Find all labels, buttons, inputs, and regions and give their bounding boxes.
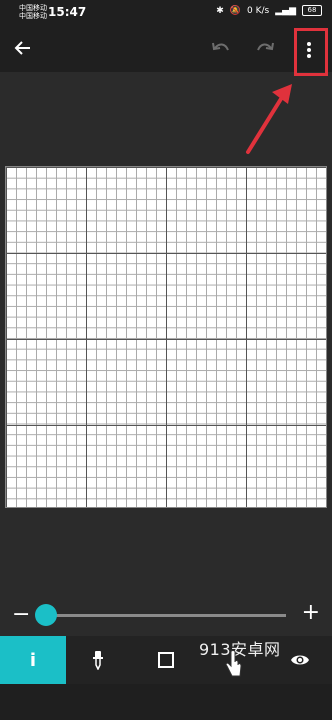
zoom-slider-thumb[interactable] xyxy=(35,604,57,626)
square-icon xyxy=(158,652,174,668)
undo-button[interactable] xyxy=(206,33,236,63)
square-tool-button[interactable] xyxy=(140,636,192,684)
back-button[interactable] xyxy=(8,33,38,63)
carrier-line-2: 中国移动 xyxy=(19,12,47,20)
net-speed: 0 K/s xyxy=(247,5,270,16)
signal-icon: ▂▄▆ xyxy=(275,5,296,16)
pixel-grid-canvas[interactable] xyxy=(5,166,327,508)
annotation-arrow-icon xyxy=(246,84,292,154)
eyedropper-icon xyxy=(93,651,103,670)
status-bar: 中国移动 中国移动 15:47 ✱ 🔕 0 K/s ▂▄▆ 68 xyxy=(0,0,332,26)
zoom-out-button[interactable]: − xyxy=(12,602,30,627)
tool-info-button[interactable]: i xyxy=(0,636,66,684)
bluetooth-icon: ✱ xyxy=(216,5,224,16)
navigation-area xyxy=(0,684,332,720)
top-toolbar xyxy=(0,26,332,72)
status-icons: ✱ 🔕 0 K/s ▂▄▆ 68 xyxy=(216,5,322,16)
status-time: 15:47 xyxy=(48,5,87,19)
mute-icon: 🔕 xyxy=(229,5,242,16)
battery-indicator: 68 xyxy=(302,5,322,16)
carrier-info: 中国移动 中国移动 xyxy=(19,4,47,20)
arrow-left-icon xyxy=(14,41,30,55)
redo-button[interactable] xyxy=(250,33,280,63)
zoom-slider-track[interactable] xyxy=(46,614,286,617)
undo-icon xyxy=(212,42,229,51)
zoom-slider-bar: − + xyxy=(0,596,332,636)
carrier-line-1: 中国移动 xyxy=(19,4,47,12)
redo-icon xyxy=(257,42,274,51)
tool-bar: i xyxy=(0,636,332,684)
menu-highlight-box xyxy=(294,28,328,76)
hand-cursor-icon xyxy=(225,650,242,677)
zoom-in-button[interactable]: + xyxy=(302,600,320,625)
eyedropper-button[interactable] xyxy=(72,636,124,684)
eye-icon xyxy=(291,655,309,665)
